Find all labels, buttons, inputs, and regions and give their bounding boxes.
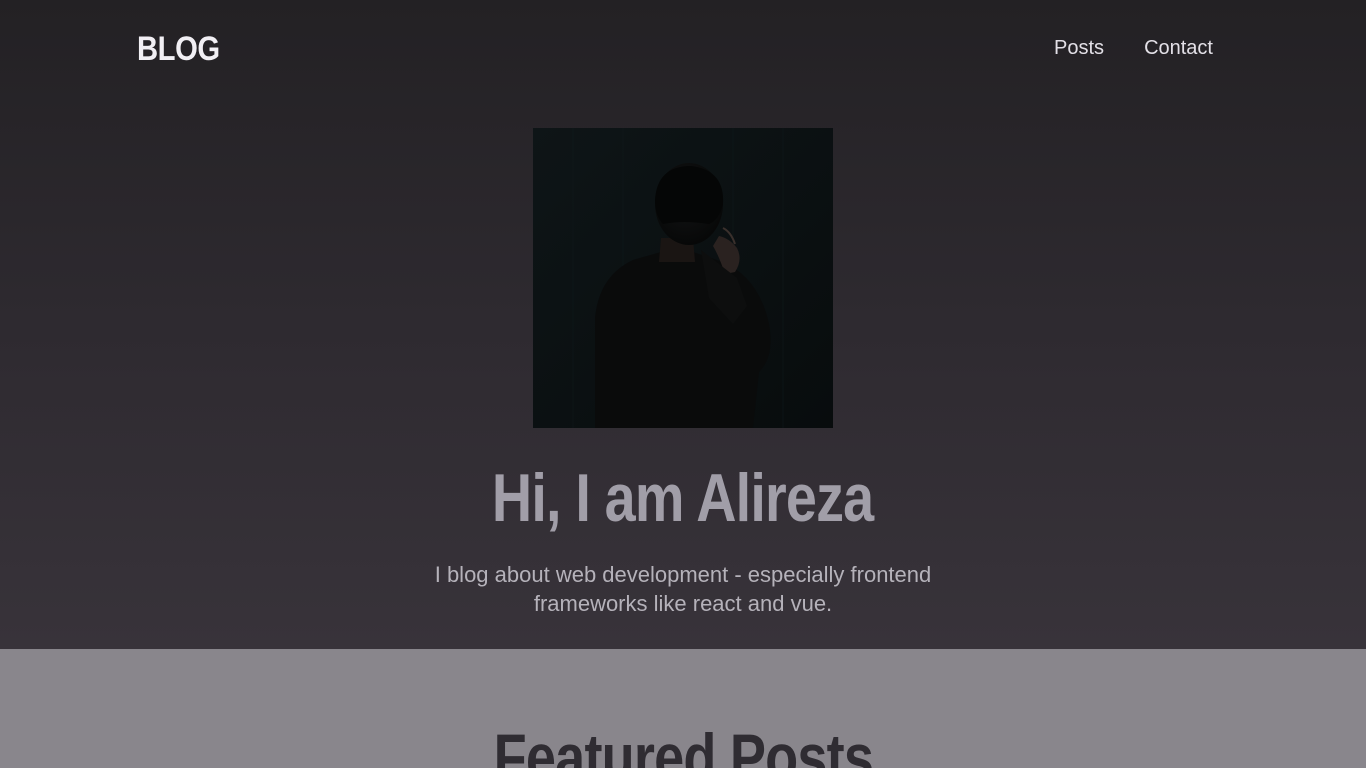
main-navigation: Posts Contact bbox=[1054, 36, 1213, 60]
nav-item-posts: Posts bbox=[1054, 36, 1104, 60]
profile-image bbox=[533, 128, 833, 428]
nav-item-contact: Contact bbox=[1144, 36, 1213, 60]
profile-photo bbox=[533, 128, 833, 428]
site-logo[interactable]: BLOG bbox=[137, 28, 220, 70]
featured-posts-title-text: Featured Posts bbox=[493, 720, 873, 768]
site-header: BLOG Posts Contact bbox=[0, 0, 1366, 96]
nav-link-posts[interactable]: Posts bbox=[1054, 37, 1104, 59]
hero-description: I blog about web development - especiall… bbox=[434, 562, 932, 616]
hero-title: Hi, I am Alireza bbox=[0, 458, 1366, 538]
hero-title-text: Hi, I am Alireza bbox=[492, 460, 874, 536]
featured-posts-section: Featured Posts bbox=[0, 649, 1366, 768]
nav-link-contact[interactable]: Contact bbox=[1144, 37, 1213, 59]
featured-posts-title: Featured Posts bbox=[0, 717, 1366, 768]
hero-section: BLOG Posts Contact Hi, I am Alireza I bl… bbox=[0, 0, 1366, 649]
